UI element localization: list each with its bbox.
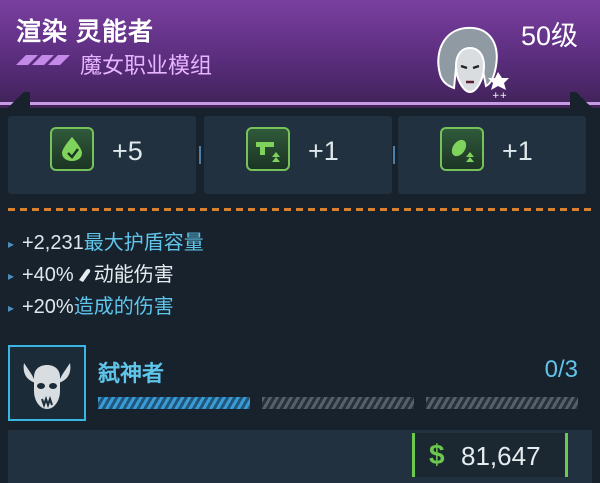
stat-value: +1 [308, 136, 339, 166]
perk-icon-frame [8, 345, 86, 421]
gun-upgrade-icon [246, 127, 290, 171]
header-corner-right [570, 92, 600, 110]
perk-progress-segment [262, 397, 414, 409]
stat-separator [199, 146, 201, 164]
stat-value: +5 [112, 136, 143, 166]
header-corner-left [0, 92, 30, 110]
price-amount: 81,647 [461, 441, 541, 471]
shield-drop-icon [50, 127, 94, 171]
section-divider [8, 208, 592, 211]
bonus-text: 最大护盾容量 [83, 232, 204, 254]
bullet-arrow-icon: ▸ [8, 268, 15, 283]
siren-portrait-icon: ++ [437, 26, 509, 101]
stat-card-grenade: +1 [398, 116, 586, 194]
bonus-line: ▸ +2,231最大护盾容量 [8, 226, 204, 255]
stat-separator [393, 146, 395, 164]
stat-value: +1 [502, 136, 533, 166]
bonus-line: ▸ +20%造成的伤害 [8, 290, 174, 319]
horned-skull-icon [23, 363, 71, 409]
item-title: 渲染 灵能者 [16, 18, 154, 46]
dollar-icon: $ [429, 439, 445, 470]
bonus-value: +2,231 [22, 232, 84, 254]
stat-card-shield: +5 [8, 116, 196, 194]
header-divider [0, 102, 600, 105]
bonus-line: ▸ +40% 动能伤害 [8, 258, 174, 287]
kinetic-bullet-icon [78, 268, 90, 282]
perk-name: 弑神者 [98, 361, 165, 386]
item-type: 魔女职业模组 [80, 53, 213, 78]
price-tag: $ 81,647 [412, 433, 568, 477]
item-level: 50级 [520, 21, 578, 51]
perk-progress: 0/3 [544, 356, 578, 383]
bonus-value: +20% [22, 296, 74, 318]
bonus-value: +40% [22, 264, 74, 286]
svg-text:++: ++ [492, 91, 507, 101]
bonus-text: 造成的伤害 [73, 296, 174, 318]
bonus-text: 动能伤害 [93, 264, 174, 286]
perk-progress-segment [426, 397, 578, 409]
bullet-arrow-icon: ▸ [8, 300, 15, 315]
stat-card-gun: +1 [204, 116, 392, 194]
rarity-stripes-icon [16, 55, 70, 65]
perk-progress-segment [98, 397, 250, 409]
grenade-upgrade-icon [440, 127, 484, 171]
bullet-arrow-icon: ▸ [8, 236, 15, 251]
